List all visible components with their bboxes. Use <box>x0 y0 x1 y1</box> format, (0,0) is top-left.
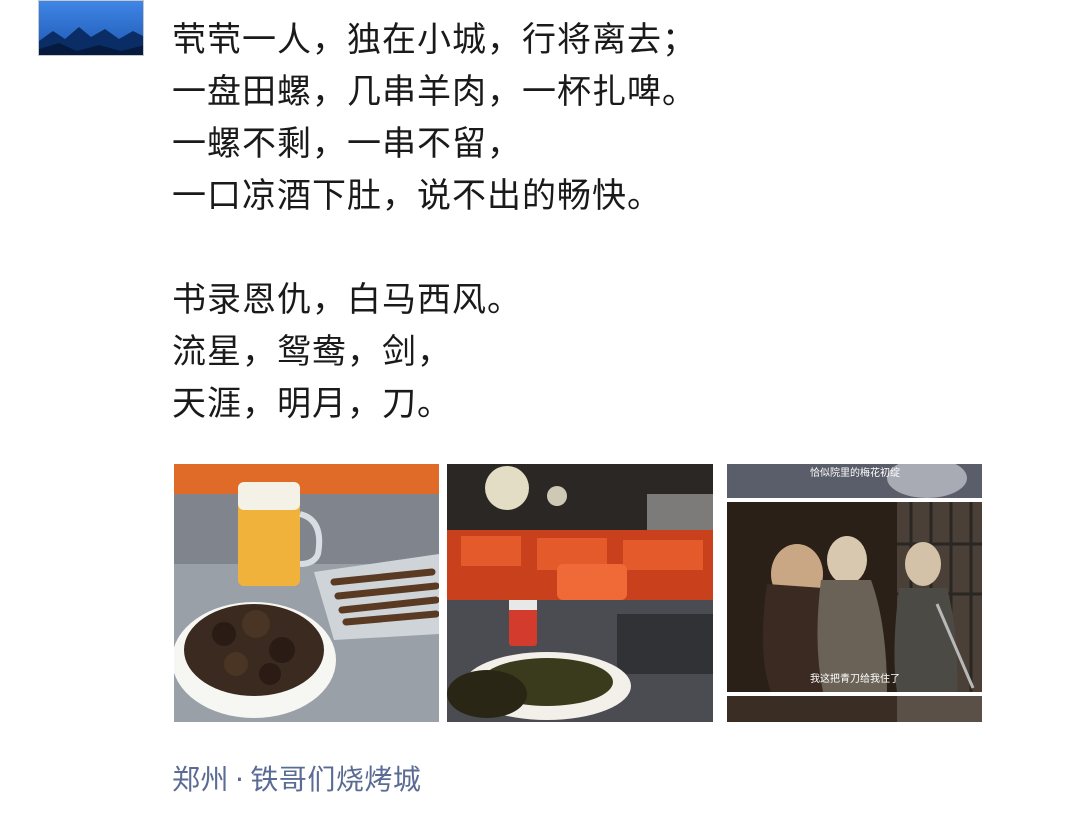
post-line: 一螺不剩，一串不留， <box>172 124 522 164</box>
location-place: 铁哥们烧烤城 <box>250 763 422 796</box>
post-line: 流星，鸳鸯，剑， <box>172 332 452 372</box>
subtitle-bottom: 我这把青刀给我住了 <box>810 672 900 685</box>
post-line: 一盘田螺，几串羊肉，一杯扎啤。 <box>172 72 697 112</box>
subtitle-top: 恰似院里的梅花初绽 <box>810 466 900 479</box>
post-line: 天涯，明月，刀。 <box>172 384 452 424</box>
photo-beer-skewers[interactable] <box>174 464 439 722</box>
location-link[interactable]: 郑州 · 铁哥们烧烤城 <box>172 758 421 798</box>
post-line: 一口凉酒下肚，说不出的畅快。 <box>172 176 662 216</box>
location-city: 郑州 <box>172 763 230 796</box>
photo-grid: 恰似院里的梅花初绽 我这把青刀给我住了 <box>174 464 982 722</box>
avatar[interactable] <box>38 0 144 56</box>
post-text: 茕茕一人，独在小城，行将离去； 一盘田螺，几串羊肉，一杯扎啤。 一螺不剩，一串不… <box>172 14 1032 430</box>
location-separator: · <box>235 763 245 796</box>
post-line: 茕茕一人，独在小城，行将离去； <box>172 20 697 60</box>
restaurant-tables-photo-icon <box>447 464 713 722</box>
post-line: 书录恩仇，白马西风。 <box>172 280 522 320</box>
movie-still-photo-icon: 恰似院里的梅花初绽 我这把青刀给我住了 <box>727 464 982 722</box>
post-line-blank <box>172 222 1032 274</box>
photo-restaurant[interactable] <box>447 464 713 722</box>
beer-skewers-photo-icon <box>174 464 439 722</box>
avatar-image <box>39 1 143 55</box>
photo-movie-still[interactable]: 恰似院里的梅花初绽 我这把青刀给我住了 <box>727 464 982 722</box>
